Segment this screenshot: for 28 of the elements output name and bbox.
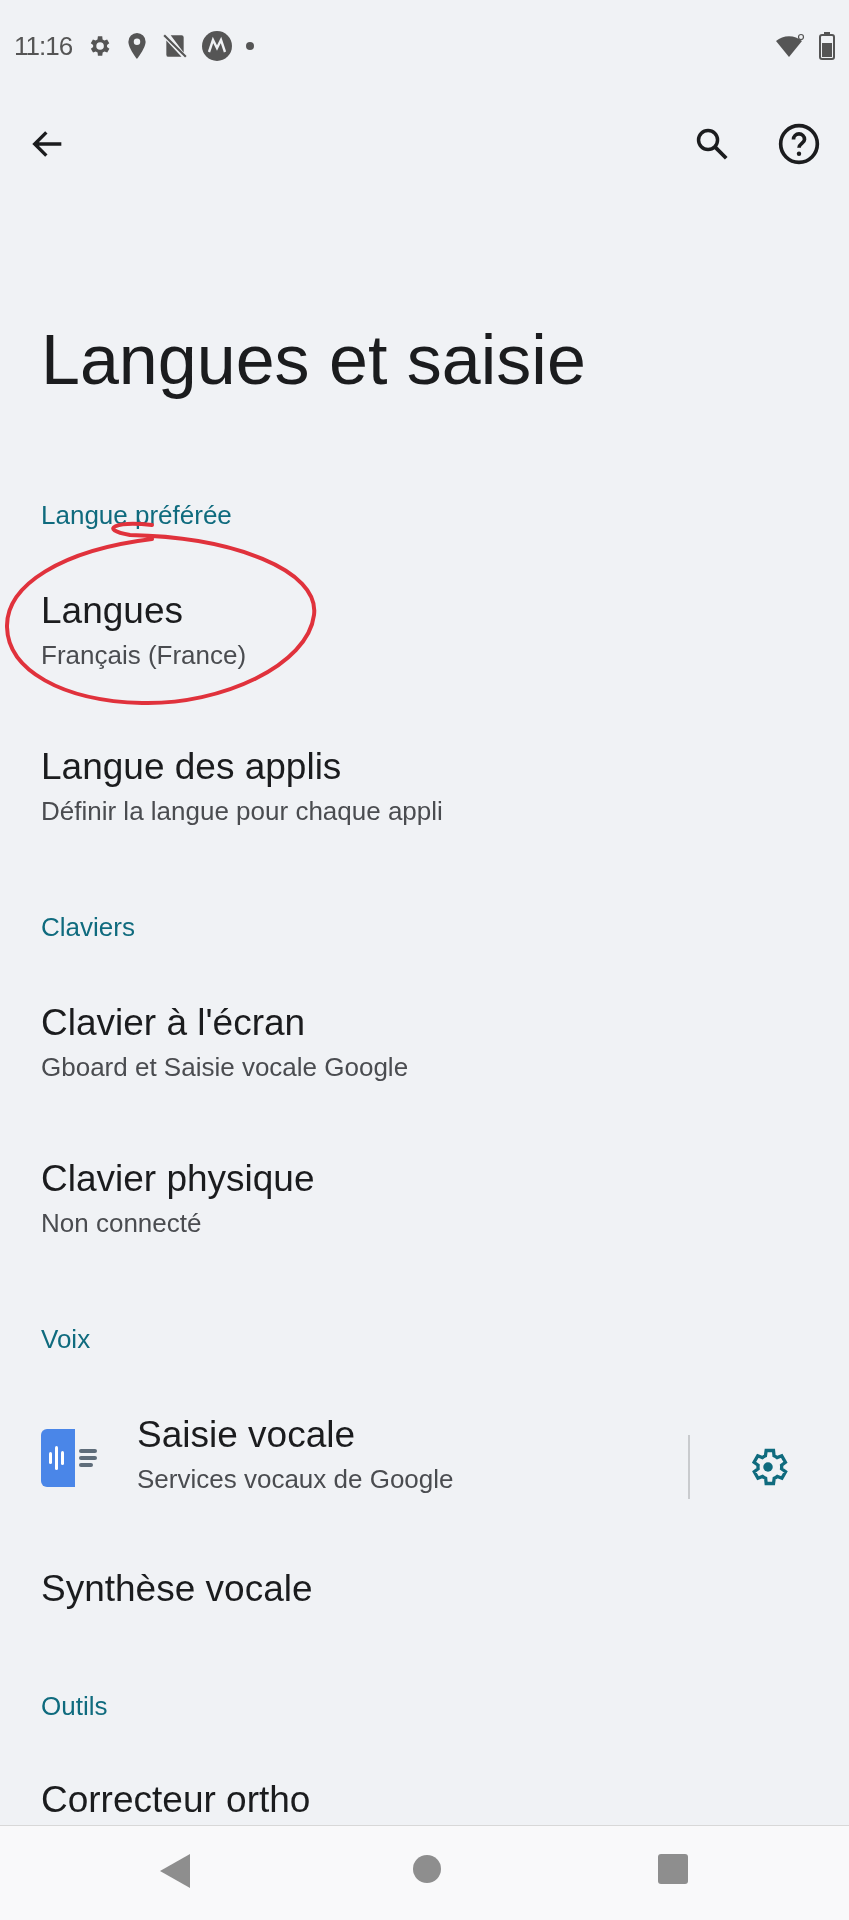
- item-subtitle: Définir la langue pour chaque appli: [41, 795, 443, 828]
- section-header: Langue préférée: [40, 499, 233, 532]
- item-title[interactable]: Clavier physique: [41, 1159, 315, 1199]
- item-subtitle: Services vocaux de Google: [137, 1463, 454, 1496]
- page-title: Langues et saisie: [41, 320, 587, 400]
- item-subtitle: Gboard et Saisie vocale Google: [41, 1051, 409, 1084]
- item-title[interactable]: Correcteur ortho: [41, 1780, 311, 1820]
- back-icon[interactable]: [160, 1854, 190, 1888]
- section-header: Claviers: [40, 911, 136, 944]
- item-subtitle: Non connecté: [41, 1207, 202, 1240]
- section-header: Voix: [40, 1323, 92, 1356]
- location-pin-icon: [126, 32, 149, 60]
- section-header: Outils: [40, 1690, 109, 1723]
- battery-icon: [819, 32, 835, 60]
- voice-input-app-icon: [41, 1429, 99, 1487]
- wifi-icon: [775, 33, 805, 59]
- item-title[interactable]: Synthèse vocale: [41, 1569, 313, 1609]
- dot-icon: [246, 42, 255, 50]
- no-sim-icon: [162, 33, 189, 59]
- status-time: 11:16: [14, 30, 73, 62]
- circle-logo-icon: [202, 31, 233, 61]
- item-subtitle: Français (France): [41, 639, 247, 672]
- item-title[interactable]: Langues: [41, 591, 183, 631]
- help-icon[interactable]: [777, 121, 821, 166]
- home-icon[interactable]: [412, 1854, 442, 1884]
- item-title[interactable]: Langue des applis: [41, 747, 342, 787]
- item-title[interactable]: Saisie vocale: [137, 1415, 355, 1455]
- item-title[interactable]: Clavier à l'écran: [41, 1003, 306, 1043]
